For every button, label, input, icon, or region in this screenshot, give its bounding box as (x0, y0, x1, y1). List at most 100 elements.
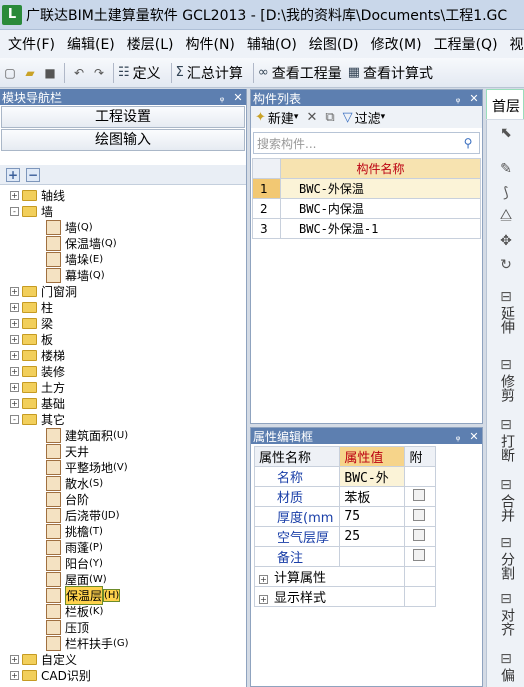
expand-icon[interactable]: + (259, 575, 268, 584)
tree-folder[interactable]: + 板 (10, 331, 53, 347)
pin-icon[interactable]: ᵩ (450, 430, 466, 443)
tool-1-button[interactable]: 延伸 (497, 306, 517, 334)
new-file-icon[interactable]: ▢ (2, 65, 18, 81)
tree-folder[interactable]: + 轴线 (10, 187, 65, 203)
component-search-box[interactable]: 搜索构件... ⚲ (253, 132, 480, 154)
save-icon[interactable]: ■ (42, 65, 58, 81)
table-row[interactable]: 1 BWC-外保温 (252, 178, 481, 199)
close-icon[interactable]: ✕ (466, 92, 482, 105)
property-row[interactable]: 名称 BWC-外 (253, 466, 436, 487)
table-row[interactable]: 2 BWC-内保温 (252, 198, 481, 219)
expand-icon[interactable]: + (10, 334, 19, 344)
tree-folder[interactable]: + 装修 (10, 363, 65, 379)
attach-checkbox[interactable] (413, 548, 426, 561)
select-icon[interactable]: ⬉ (491, 124, 521, 142)
tool-2-button[interactable]: 修剪 (497, 374, 517, 402)
menu-item[interactable]: 编辑(E) (63, 34, 119, 54)
menu-item[interactable]: 修改(M) (367, 34, 426, 54)
menu-item[interactable]: 文件(F) (4, 34, 59, 54)
tree-leaf[interactable]: 散水 (S) (46, 475, 103, 491)
tool-3-button[interactable]: 打断 (497, 434, 517, 462)
filter-button[interactable]: ▽ 过滤 ▾ (343, 108, 386, 127)
pin-icon[interactable]: ᵩ (450, 92, 466, 105)
tree-leaf[interactable]: 挑檐 (T) (46, 523, 103, 539)
tree-leaf[interactable]: 栏杆扶手 (G) (46, 635, 129, 651)
open-folder-icon[interactable]: ▰ (22, 65, 38, 81)
expand-icon[interactable]: + (10, 366, 19, 376)
define-button[interactable]: ☷ 定义 (118, 63, 161, 83)
pin-icon[interactable]: ᵩ (214, 91, 230, 104)
tree-leaf[interactable]: 保温墙 (Q) (46, 235, 117, 251)
tree-leaf[interactable]: 建筑面积 (U) (46, 427, 128, 443)
tree-leaf[interactable]: 墙 (Q) (46, 219, 93, 235)
tree-folder[interactable]: + 自定义 (10, 651, 77, 667)
property-group[interactable]: + 显示样式 (253, 586, 406, 607)
menu-item[interactable]: 视 (506, 34, 524, 54)
tree-folder[interactable]: + CAD识别 (10, 667, 91, 683)
expand-icon[interactable]: + (10, 190, 19, 200)
tree-folder[interactable]: + 土方 (10, 379, 65, 395)
draw-icon[interactable]: ✎ (491, 160, 521, 178)
collapse-icon[interactable]: - (10, 414, 19, 424)
view-quantity-button[interactable]: ∞ 查看工程量 (258, 63, 342, 83)
search-icon[interactable]: ⚲ (457, 136, 479, 150)
view-formula-button[interactable]: ▦ 查看计算式 (348, 63, 433, 83)
menu-item[interactable]: 构件(N) (182, 34, 239, 54)
property-value[interactable]: 25 (339, 526, 406, 547)
expand-icon[interactable]: + (10, 654, 19, 664)
expand-icon[interactable]: + (10, 398, 19, 408)
expand-icon[interactable]: + (10, 350, 19, 360)
tree-leaf[interactable]: 栏板 (K) (46, 603, 103, 619)
property-value[interactable]: 75 (339, 506, 406, 527)
property-group[interactable]: + 计算属性 (253, 566, 406, 587)
tree-leaf[interactable]: 阳台 (Y) (46, 555, 103, 571)
tool-6-button[interactable]: 对齐 (497, 608, 517, 636)
close-icon[interactable]: ✕ (466, 430, 482, 443)
expand-icon[interactable]: + (259, 595, 268, 604)
tree-leaf[interactable]: 雨蓬 (P) (46, 539, 103, 555)
attach-checkbox[interactable] (413, 528, 426, 541)
redo-icon[interactable]: ↷ (91, 65, 107, 81)
attach-checkbox[interactable] (413, 508, 426, 521)
expand-all-icon[interactable]: + (6, 167, 20, 182)
property-row[interactable]: 厚度(mm 75 (253, 506, 436, 527)
tree-leaf[interactable]: 后浇带 (JD) (46, 507, 119, 523)
expand-icon[interactable]: + (10, 382, 19, 392)
menu-item[interactable]: 楼层(L) (123, 34, 178, 54)
menu-item[interactable]: 辅轴(O) (243, 34, 301, 54)
property-row[interactable]: 材质 苯板 (253, 486, 436, 507)
tool-7-button[interactable]: 偏 (497, 668, 517, 682)
delete-component-button[interactable]: ✕ (306, 110, 317, 125)
close-icon[interactable]: ✕ (230, 91, 246, 104)
undo-icon[interactable]: ↶ (71, 65, 87, 81)
expand-icon[interactable]: + (10, 670, 19, 680)
expand-icon[interactable]: + (10, 318, 19, 328)
property-value[interactable]: BWC-外 (339, 466, 406, 487)
tool-4-button[interactable]: 合并 (497, 494, 517, 522)
tree-folder[interactable]: + 梁 (10, 315, 53, 331)
tree-folder[interactable]: + 柱 (10, 299, 53, 315)
mirror-icon[interactable]: ⧋ (491, 206, 521, 224)
component-name[interactable]: BWC-内保温 (280, 198, 481, 219)
tree-leaf[interactable]: 墙垛 (E) (46, 251, 103, 267)
menu-item[interactable]: 绘图(D) (305, 34, 363, 54)
expand-icon[interactable]: + (10, 286, 19, 296)
tree-folder[interactable]: -墙 (10, 203, 53, 219)
tree-folder[interactable]: + 楼梯 (10, 347, 65, 363)
summary-calc-button[interactable]: Σ 汇总计算 (176, 63, 243, 83)
tree-leaf[interactable]: 天井 (46, 443, 89, 459)
copy-component-button[interactable]: ⧉ (325, 110, 334, 125)
attach-checkbox[interactable] (413, 488, 426, 501)
property-group-row[interactable]: + 计算属性 (253, 566, 436, 587)
new-component-button[interactable]: ✦ 新建 ▾ (255, 108, 298, 127)
tree-leaf[interactable]: 保温层 (H) (46, 585, 121, 605)
property-group-row[interactable]: + 显示样式 (253, 586, 436, 607)
property-row[interactable]: 空气层厚 25 (253, 526, 436, 547)
floor-tab[interactable]: 首层 (486, 89, 524, 119)
tree-leaf[interactable]: 平整场地 (V) (46, 459, 128, 475)
tree-leaf[interactable]: 幕墙 (Q) (46, 267, 105, 283)
menu-item[interactable]: 工程量(Q) (430, 34, 502, 54)
collapse-icon[interactable]: - (10, 206, 19, 216)
tool-5-button[interactable]: 分割 (497, 552, 517, 580)
expand-icon[interactable]: + (10, 302, 19, 312)
